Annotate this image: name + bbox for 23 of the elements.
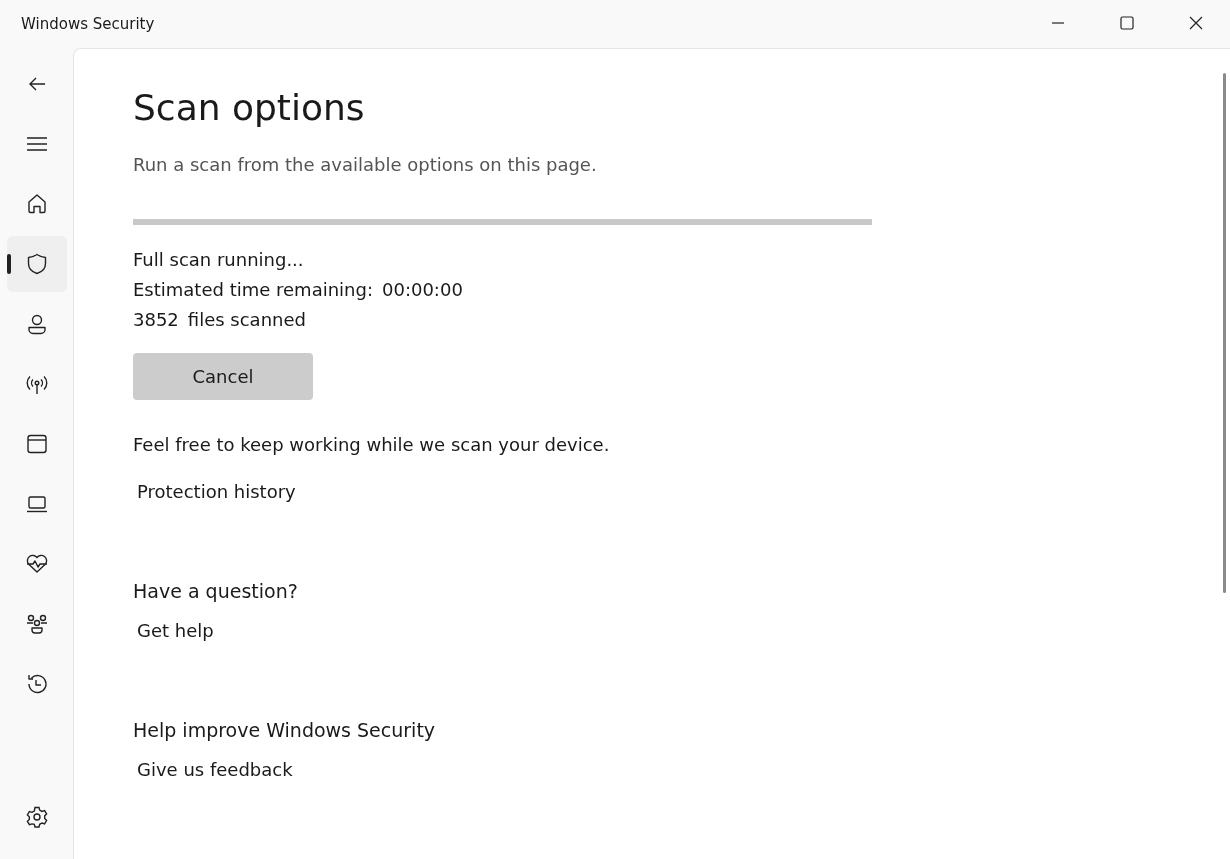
get-help-link[interactable]: Get help — [137, 620, 214, 641]
window-title: Windows Security — [21, 15, 155, 33]
scan-status: Full scan running... — [133, 248, 305, 272]
people-icon — [24, 612, 49, 636]
protection-history-link[interactable]: Protection history — [137, 481, 296, 502]
files-count: 3852 — [133, 308, 179, 332]
time-label: Estimated time remaining: — [133, 278, 373, 302]
feedback-link[interactable]: Give us feedback — [137, 759, 293, 780]
page-title: Scan options — [133, 87, 365, 128]
time-value: 00:00:00 — [382, 278, 463, 302]
scrollbar[interactable] — [1223, 73, 1226, 593]
sidebar-item[interactable] — [6, 236, 67, 292]
feedback-heading: Help improve Windows Security — [133, 719, 436, 741]
help-heading: Have a question? — [133, 580, 298, 602]
window-icon — [24, 432, 49, 456]
maximize-icon — [1119, 16, 1134, 30]
cancel-button[interactable]: Cancel — [133, 353, 313, 400]
settings-icon — [24, 805, 49, 829]
close-icon — [1188, 16, 1203, 30]
files-label: files scanned — [187, 308, 306, 332]
scan-note: Feel free to keep working while we scan your device. — [133, 434, 610, 455]
menu-icon — [25, 134, 48, 154]
page-subtitle: Run a scan from the available options on this page. — [133, 154, 597, 175]
